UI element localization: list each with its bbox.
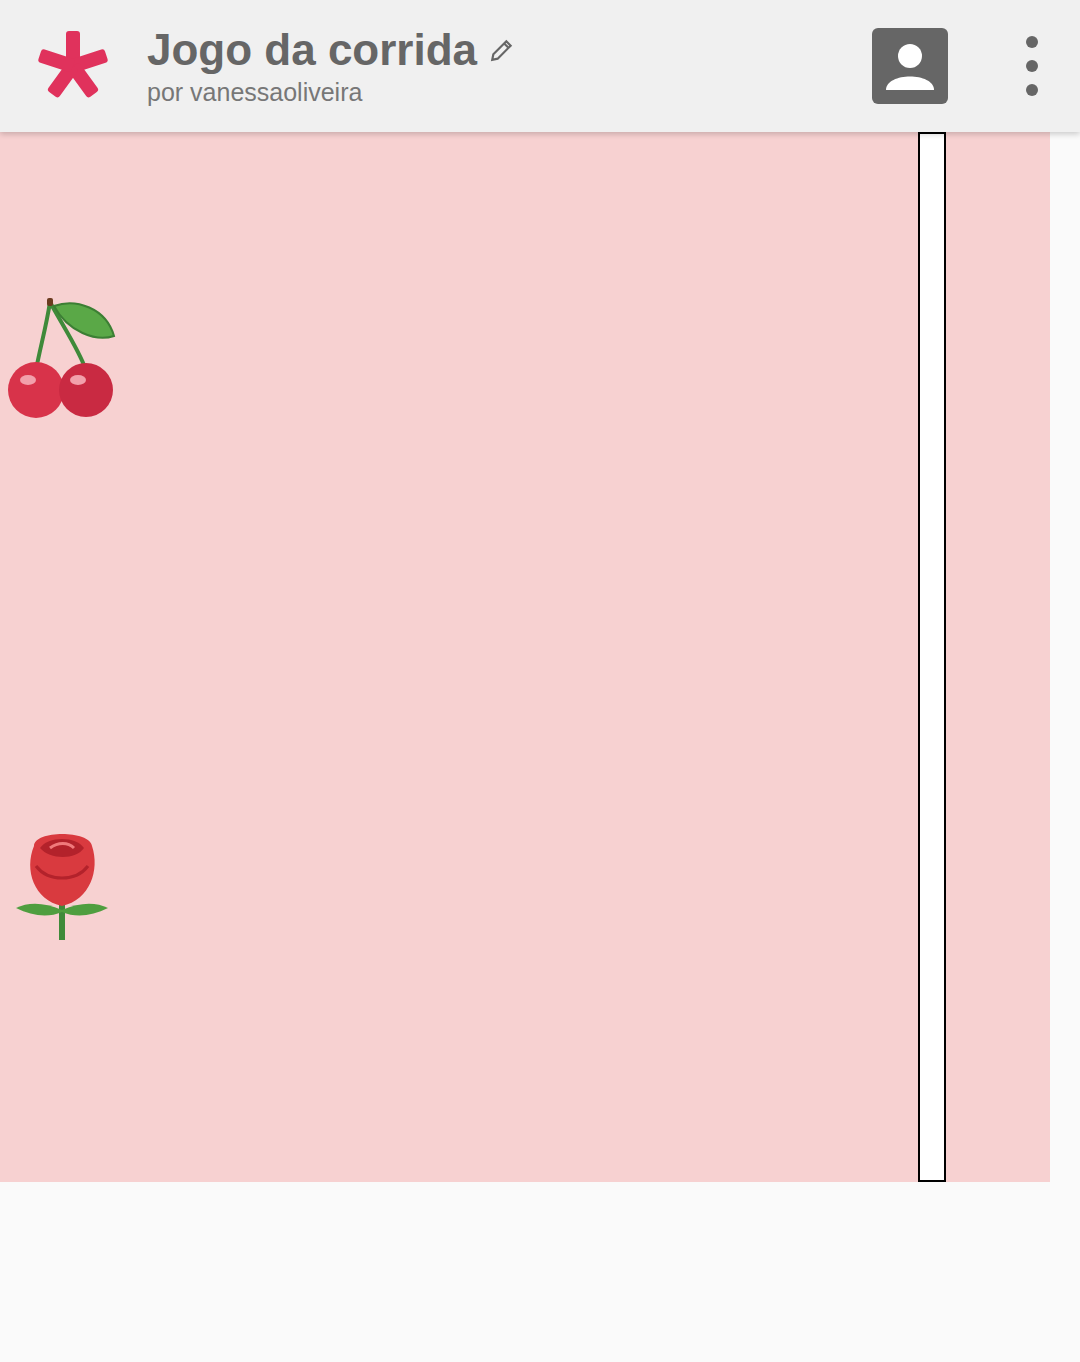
cherry-icon	[6, 298, 118, 420]
rose-icon	[14, 826, 110, 942]
account-icon[interactable]	[872, 28, 948, 104]
logo-icon[interactable]	[36, 29, 110, 103]
pencil-icon[interactable]	[489, 37, 515, 63]
game-canvas[interactable]	[0, 132, 1050, 1182]
finish-line	[918, 132, 946, 1182]
header: Jogo da corridapor vanessaoliveira	[0, 0, 1080, 132]
menu-icon[interactable]	[1024, 34, 1040, 98]
project-title[interactable]: Jogo da corrida	[147, 24, 477, 76]
author: por vanessaoliveira	[147, 76, 515, 108]
racer	[14, 826, 110, 942]
app: Jogo da corridapor vanessaoliveira	[0, 0, 1080, 1362]
racer	[6, 298, 118, 420]
title-block: Jogo da corridapor vanessaoliveira	[147, 24, 515, 108]
